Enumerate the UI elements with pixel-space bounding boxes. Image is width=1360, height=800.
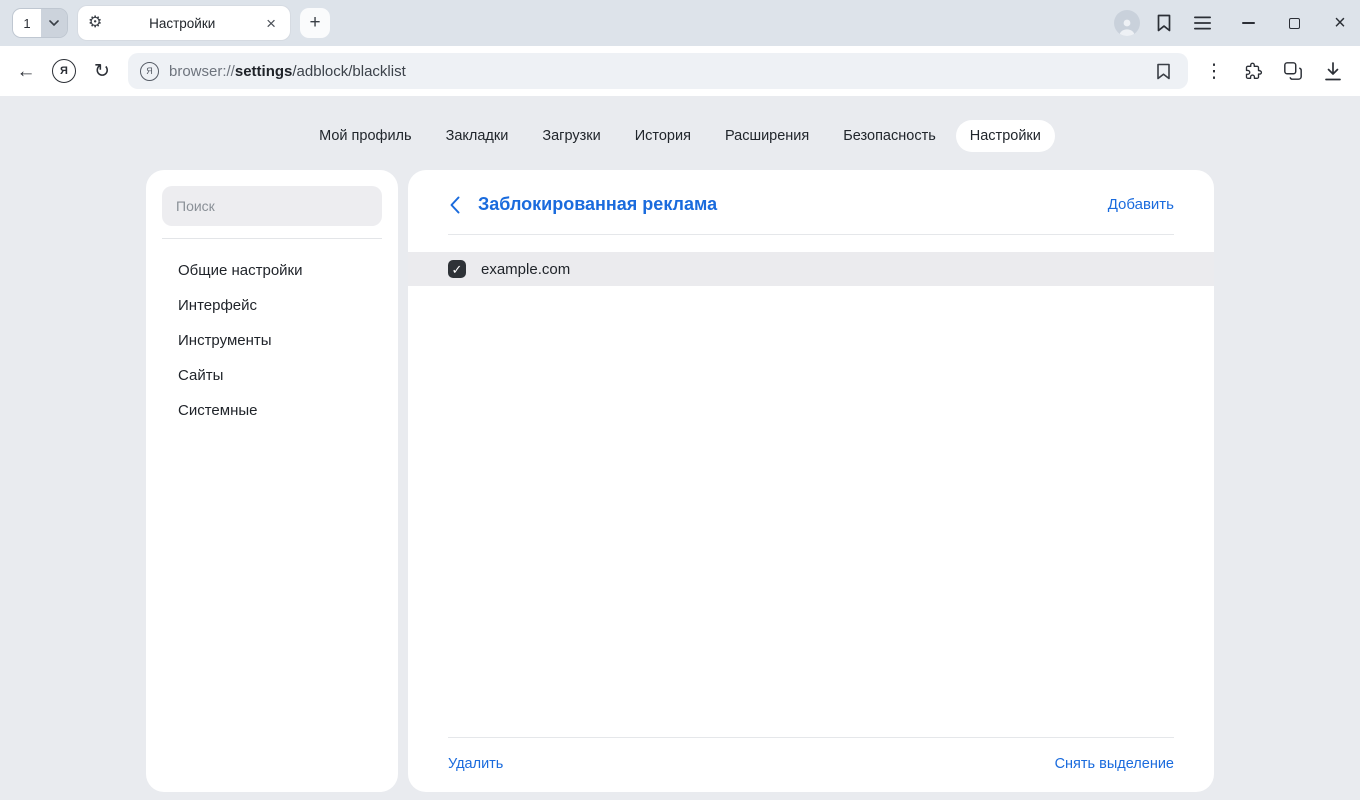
add-button[interactable]: Добавить (1108, 196, 1174, 213)
browser-toolbar: ← Я ↻ Я browser://settings/adblock/black… (0, 46, 1360, 96)
panel-header: Заблокированная реклама Добавить (408, 170, 1214, 234)
settings-sidebar: Общие настройки Интерфейс Инструменты Са… (146, 170, 398, 792)
nav-tab-bookmarks[interactable]: Закладки (432, 120, 523, 152)
settings-nav: Мой профиль Закладки Загрузки История Ра… (0, 96, 1360, 170)
sidebar-item-tools[interactable]: Инструменты (162, 323, 382, 358)
browser-window: 1 ⚙ Настройки × + (0, 0, 1360, 800)
back-chevron-icon[interactable] (448, 196, 462, 214)
sidebar-item-sites[interactable]: Сайты (162, 358, 382, 393)
collections-icon[interactable] (1280, 58, 1306, 84)
site-badge-icon: Я (140, 62, 159, 81)
panel-footer: Удалить Снять выделение (408, 737, 1214, 792)
nav-tab-settings[interactable]: Настройки (956, 120, 1055, 152)
delete-button[interactable]: Удалить (448, 756, 503, 772)
minimize-icon[interactable] (1240, 15, 1256, 31)
sidebar-item-general[interactable]: Общие настройки (162, 253, 382, 288)
reload-icon[interactable]: ↻ (90, 62, 114, 81)
close-tab-icon[interactable]: × (262, 13, 280, 34)
row-checkbox[interactable]: ✓ (448, 260, 466, 278)
address-bar[interactable]: Я browser://settings/adblock/blacklist (128, 53, 1188, 89)
profile-avatar[interactable] (1114, 10, 1140, 36)
tab-strip: 1 ⚙ Настройки × + (0, 0, 1360, 46)
chevron-down-icon[interactable] (41, 9, 67, 37)
url-suffix: /adblock/blacklist (292, 63, 405, 80)
check-icon: ✓ (452, 263, 463, 276)
close-window-icon[interactable]: × (1332, 15, 1348, 31)
sidebar-item-interface[interactable]: Интерфейс (162, 288, 382, 323)
cards-container: Общие настройки Интерфейс Инструменты Са… (0, 170, 1360, 800)
nav-tab-profile[interactable]: Мой профиль (305, 120, 425, 152)
window-controls: × (1240, 15, 1348, 31)
tab-counter[interactable]: 1 (12, 8, 68, 38)
extensions-icon[interactable] (1240, 58, 1266, 84)
kebab-menu-icon[interactable]: ⋮ (1202, 62, 1226, 81)
nav-tab-extensions[interactable]: Расширения (711, 120, 823, 152)
page-title: Заблокированная реклама (478, 194, 1092, 215)
menu-icon[interactable] (1188, 9, 1216, 37)
downloads-icon[interactable] (1320, 58, 1346, 84)
tab-settings-page[interactable]: ⚙ Настройки × (78, 6, 290, 40)
header-divider (448, 234, 1174, 235)
tab-title: Настройки (110, 16, 254, 31)
sidebar-list: Общие настройки Интерфейс Инструменты Са… (162, 253, 382, 428)
sidebar-item-system[interactable]: Системные (162, 393, 382, 428)
new-tab-button[interactable]: + (300, 8, 330, 38)
nav-tab-downloads[interactable]: Загрузки (528, 120, 614, 152)
sidebar-divider (162, 238, 382, 239)
row-domain: example.com (481, 261, 570, 278)
nav-tab-security[interactable]: Безопасность (829, 120, 950, 152)
tab-counter-value: 1 (13, 9, 41, 37)
settings-page: Мой профиль Закладки Загрузки История Ра… (0, 96, 1360, 800)
back-icon[interactable]: ← (14, 62, 38, 81)
maximize-icon[interactable] (1286, 15, 1302, 31)
url-text[interactable]: browser://settings/adblock/blacklist (169, 63, 406, 80)
url-prefix: browser:// (169, 63, 235, 80)
gear-icon: ⚙ (88, 15, 102, 31)
yandex-home-icon[interactable]: Я (52, 59, 76, 83)
blacklist-panel: Заблокированная реклама Добавить ✓ examp… (408, 170, 1214, 792)
url-highlight: settings (235, 63, 293, 80)
bookmark-icon[interactable] (1150, 58, 1176, 84)
deselect-button[interactable]: Снять выделение (1055, 756, 1174, 772)
bookmarks-panel-icon[interactable] (1150, 9, 1178, 37)
search-input[interactable] (162, 186, 382, 226)
blacklist-row[interactable]: ✓ example.com (408, 252, 1214, 286)
nav-tab-history[interactable]: История (621, 120, 705, 152)
